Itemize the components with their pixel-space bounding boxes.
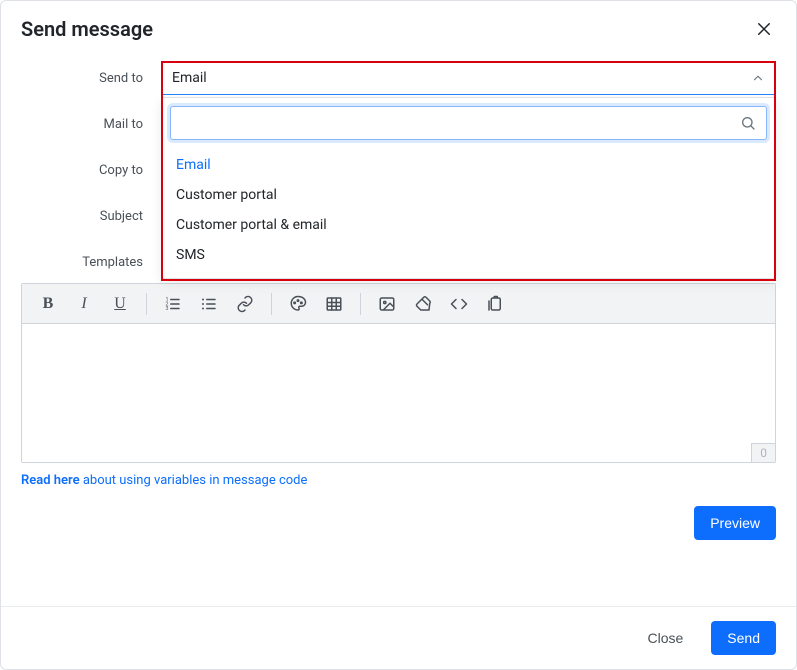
- dropdown-item-sms[interactable]: SMS: [162, 240, 775, 270]
- char-count: 0: [751, 443, 775, 462]
- modal-footer: Close Send: [1, 606, 796, 669]
- color-button[interactable]: [282, 288, 314, 320]
- clipboard-button[interactable]: [479, 288, 511, 320]
- dropdown-search-input[interactable]: [181, 107, 740, 139]
- unordered-list-button[interactable]: [193, 288, 225, 320]
- table-button[interactable]: [318, 288, 350, 320]
- variables-hint: Read here about using variables in messa…: [21, 473, 776, 488]
- dropdown-item-email[interactable]: Email: [162, 150, 775, 180]
- toolbar-separator: [271, 293, 272, 315]
- label-subject: Subject: [21, 209, 161, 224]
- close-icon[interactable]: [752, 17, 776, 41]
- label-templates: Templates: [21, 255, 161, 270]
- preview-button[interactable]: Preview: [694, 506, 776, 540]
- send-to-dropdown-panel: Email Customer portal Customer portal & …: [161, 97, 776, 279]
- close-button[interactable]: Close: [632, 621, 700, 655]
- send-button[interactable]: Send: [711, 621, 776, 655]
- dropdown-search[interactable]: [170, 106, 767, 140]
- modal-header: Send message: [1, 1, 796, 53]
- toolbar-separator: [360, 293, 361, 315]
- send-to-select[interactable]: Email: [161, 61, 776, 95]
- eraser-button[interactable]: [407, 288, 439, 320]
- svg-text:3: 3: [166, 306, 169, 312]
- dropdown-item-customer-portal[interactable]: Customer portal: [162, 180, 775, 210]
- bold-button[interactable]: B: [32, 288, 64, 320]
- label-mail-to: Mail to: [21, 117, 161, 132]
- dropdown-item-customer-portal-email[interactable]: Customer portal & email: [162, 210, 775, 240]
- italic-button[interactable]: I: [68, 288, 100, 320]
- link-button[interactable]: [229, 288, 261, 320]
- row-send-to: Send to Email: [21, 61, 776, 95]
- toolbar-separator: [146, 293, 147, 315]
- preview-row: Preview: [21, 506, 776, 540]
- search-icon: [740, 115, 756, 131]
- modal-title: Send message: [21, 17, 153, 41]
- editor-toolbar: B I U 123: [22, 284, 775, 324]
- send-message-modal: Send message Send to Email: [0, 0, 797, 670]
- image-button[interactable]: [371, 288, 403, 320]
- hint-text: about using variables in message code: [80, 473, 308, 488]
- label-send-to: Send to: [21, 71, 161, 86]
- editor-textarea[interactable]: 0: [22, 324, 775, 462]
- modal-body: Send to Email Email Customer por: [1, 53, 796, 606]
- send-to-value: Email: [172, 70, 207, 86]
- code-button[interactable]: [443, 288, 475, 320]
- editor: B I U 123: [21, 283, 776, 463]
- dropdown-list: Email Customer portal Customer portal & …: [162, 148, 775, 272]
- label-copy-to: Copy to: [21, 163, 161, 178]
- chevron-up-icon: [751, 71, 765, 85]
- read-here-link[interactable]: Read here: [21, 473, 80, 488]
- underline-button[interactable]: U: [104, 288, 136, 320]
- dropdown-search-wrap: [162, 98, 775, 148]
- ordered-list-button[interactable]: 123: [157, 288, 189, 320]
